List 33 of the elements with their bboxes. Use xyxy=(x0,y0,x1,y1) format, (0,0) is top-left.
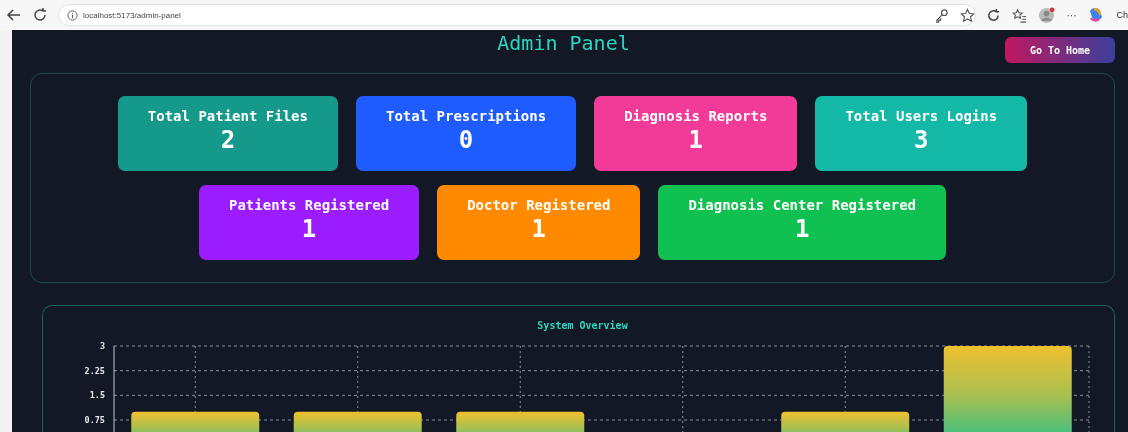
info-icon[interactable] xyxy=(67,9,78,21)
profile-label[interactable]: Ch xyxy=(1116,10,1128,20)
stat-label: Diagnosis Reports xyxy=(624,108,768,124)
back-icon[interactable] xyxy=(6,7,22,23)
stat-value: 0 xyxy=(458,126,474,154)
favorites-icon[interactable] xyxy=(1012,7,1028,23)
stat-label: Patients Registered xyxy=(229,197,390,213)
stat-value: 2 xyxy=(220,126,236,154)
chart-title: System Overview xyxy=(536,320,629,333)
stat-label: Total Patient Files xyxy=(147,108,308,124)
url-text: localhost:5173/admin-panel xyxy=(83,10,181,20)
page-title: Admin Panel xyxy=(497,31,630,55)
more-button[interactable]: ··· xyxy=(1066,9,1077,21)
y-tick-label: 1.5 xyxy=(89,390,105,401)
star-icon[interactable] xyxy=(960,7,976,23)
key-icon[interactable] xyxy=(934,7,950,23)
y-tick-label: 0.75 xyxy=(84,415,105,425)
stat-value: 1 xyxy=(301,215,317,243)
reload-icon[interactable] xyxy=(32,7,48,23)
y-tick-label: 3 xyxy=(99,341,105,351)
stat-label: Total Users Logins xyxy=(845,108,998,124)
stat-label: Total Prescriptions xyxy=(386,108,547,124)
stat-value: 1 xyxy=(688,126,703,154)
stat-label: Diagnosis Center Registered xyxy=(688,197,916,213)
stat-value: 1 xyxy=(531,215,546,243)
y-tick-label: 2.25 xyxy=(84,365,105,376)
stat-value: 1 xyxy=(795,215,810,243)
stat-label: Doctor Registered xyxy=(467,197,611,213)
refresh-icon[interactable] xyxy=(986,7,1002,23)
home-button[interactable]: Go To Home xyxy=(1005,37,1115,63)
avatar-icon[interactable] xyxy=(1038,6,1056,24)
stat-value: 3 xyxy=(914,126,929,154)
address-field[interactable]: localhost:5173/admin-panel xyxy=(58,4,976,26)
